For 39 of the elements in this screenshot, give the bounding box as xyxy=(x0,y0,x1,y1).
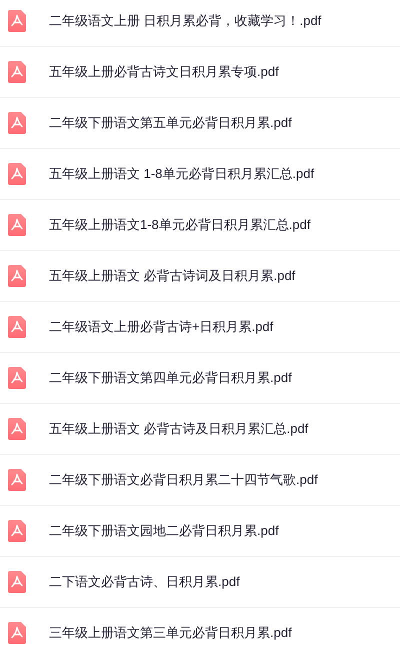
pdf-file-icon xyxy=(8,367,26,389)
file-row[interactable]: 二年级下册语文第五单元必背日积月累.pdf xyxy=(0,98,400,149)
file-name: 三年级上册语文第三单元必背日积月累.pdf xyxy=(49,624,292,642)
file-name: 五年级上册语文1-8单元必背日积月累汇总.pdf xyxy=(49,216,310,234)
pdf-file-icon xyxy=(8,469,26,491)
pdf-file-icon xyxy=(8,520,26,542)
file-row[interactable]: 三年级上册语文第三单元必背日积月累.pdf xyxy=(0,608,400,653)
file-row[interactable]: 五年级上册语文 必背古诗及日积月累汇总.pdf xyxy=(0,404,400,455)
pdf-file-icon xyxy=(8,316,26,338)
pdf-file-icon xyxy=(8,61,26,83)
file-name: 二年级下册语文第五单元必背日积月累.pdf xyxy=(49,114,292,132)
file-name: 二年级下册语文必背日积月累二十四节气歌.pdf xyxy=(49,471,318,490)
file-name: 二年级下册语文园地二必背日积月累.pdf xyxy=(49,522,279,540)
pdf-file-icon xyxy=(8,163,26,185)
file-row[interactable]: 五年级上册语文1-8单元必背日积月累汇总.pdf xyxy=(0,200,400,251)
file-name: 二下语文必背古诗、日积月累.pdf xyxy=(49,573,240,592)
file-row[interactable]: 五年级上册语文 必背古诗词及日积月累.pdf xyxy=(0,251,400,302)
file-row[interactable]: 二下语文必背古诗、日积月累.pdf xyxy=(0,557,400,608)
pdf-file-icon xyxy=(8,10,26,32)
file-row[interactable]: 二年级语文上册 日积月累必背，收藏学习！.pdf xyxy=(0,0,400,47)
pdf-file-icon xyxy=(8,622,26,644)
file-name: 五年级上册语文 必背古诗及日积月累汇总.pdf xyxy=(49,420,308,438)
pdf-file-icon xyxy=(8,112,26,134)
file-row[interactable]: 五年级上册语文 1-8单元必背日积月累汇总.pdf xyxy=(0,149,400,200)
file-name: 五年级上册语文 1-8单元必背日积月累汇总.pdf xyxy=(49,165,314,184)
file-row[interactable]: 二年级下册语文第四单元必背日积月累.pdf xyxy=(0,353,400,404)
file-row[interactable]: 二年级语文上册必背古诗+日积月累.pdf xyxy=(0,302,400,353)
pdf-file-icon xyxy=(8,265,26,287)
file-row[interactable]: 二年级下册语文必背日积月累二十四节气歌.pdf xyxy=(0,455,400,506)
pdf-file-icon xyxy=(8,214,26,236)
file-name: 五年级上册语文 必背古诗词及日积月累.pdf xyxy=(49,267,296,286)
file-name: 二年级下册语文第四单元必背日积月累.pdf xyxy=(49,369,292,388)
file-name: 二年级语文上册 日积月累必背，收藏学习！.pdf xyxy=(49,12,322,30)
file-row[interactable]: 五年级上册必背古诗文日积月累专项.pdf xyxy=(0,47,400,98)
file-name: 二年级语文上册必背古诗+日积月累.pdf xyxy=(49,318,274,336)
file-name: 五年级上册必背古诗文日积月累专项.pdf xyxy=(49,63,279,82)
file-row[interactable]: 二年级下册语文园地二必背日积月累.pdf xyxy=(0,506,400,557)
pdf-file-icon xyxy=(8,418,26,440)
pdf-file-icon xyxy=(8,571,26,593)
